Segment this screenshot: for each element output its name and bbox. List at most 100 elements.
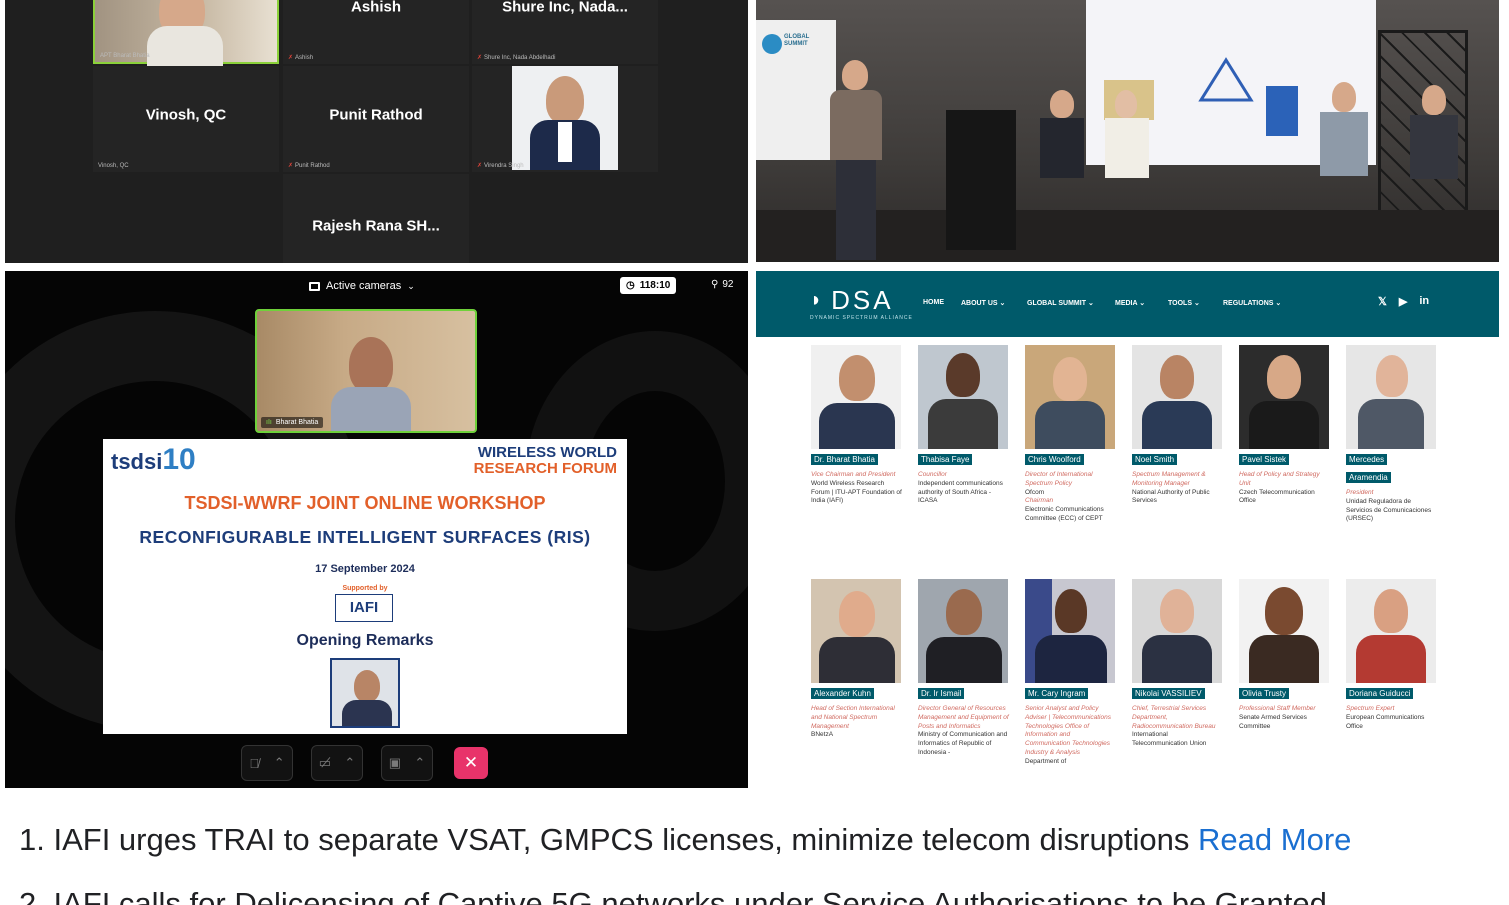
- twitter-icon[interactable]: 𝕏: [1378, 295, 1387, 308]
- speaker-photo: [1346, 579, 1436, 683]
- speaker-card[interactable]: Doriana Guiducci Spectrum Expert Europea…: [1346, 579, 1438, 731]
- speaker-photo: [918, 345, 1008, 449]
- speaker-card[interactable]: Dr. Ir Ismail Director General of Resour…: [918, 579, 1010, 758]
- nav-media[interactable]: MEDIA ⌄: [1115, 299, 1145, 307]
- clock-icon: ◷: [626, 280, 635, 291]
- diagram-icon: [1198, 57, 1254, 102]
- presenter-label: ıIı Bharat Bhatia: [261, 417, 324, 428]
- chevron-up-icon: ⌃: [414, 755, 426, 770]
- speaker-photo: [1132, 579, 1222, 683]
- nav-tools[interactable]: TOOLS ⌄: [1168, 299, 1200, 307]
- participant-tile: ✗ Virendra Singh: [472, 66, 658, 172]
- chevron-down-icon: ⌄: [1193, 300, 1200, 307]
- speaker-card[interactable]: Alexander Kuhn Head of Section Internati…: [811, 579, 903, 740]
- leave-call-button[interactable]: ✕: [454, 747, 488, 779]
- online-meeting-screenshot: Active cameras ⌄ ◷ 118:10 ⚲ 92 ıIı Bhara…: [5, 271, 748, 788]
- speaker-photo: [1025, 579, 1115, 683]
- dsa-speakers-webpage: ◗ DSA DYNAMIC SPECTRUM ALLIANCE HOME ABO…: [756, 271, 1499, 788]
- speaker-photo: [330, 658, 400, 728]
- speaker-card[interactable]: Chris Woolford Director of International…: [1025, 345, 1117, 524]
- chevron-down-icon: ⌄: [1087, 300, 1094, 307]
- view-selector[interactable]: Active cameras ⌄: [309, 280, 415, 292]
- speaker-card[interactable]: Mr. Cary Ingram Senior Analyst and Polic…: [1025, 579, 1117, 766]
- speaker-card[interactable]: Pavel Sistek Head of Policy and Strategy…: [1239, 345, 1331, 506]
- person-icon: ⚲: [711, 279, 719, 290]
- speaker-figure: [1406, 85, 1462, 235]
- slide-section: Opening Remarks: [296, 632, 434, 649]
- participant-name: Vinosh, QC: [145, 106, 227, 124]
- wwrf-logo: WIRELESS WORLD RESEARCH FORUM: [473, 444, 617, 477]
- dsa-logo[interactable]: ◗ DSA: [810, 285, 894, 316]
- speaker-card[interactable]: Mercedes Aramendia President Unidad Regu…: [1346, 345, 1438, 524]
- speaker-figure: [1101, 90, 1153, 230]
- speaker-figure: [1316, 82, 1372, 232]
- screen-logo: GLOBAL SUMMIT: [784, 34, 810, 47]
- participant-tile: Rajesh Rana SH...: [283, 174, 469, 263]
- podium: [946, 110, 1016, 250]
- chevron-up-icon: ⌃: [344, 755, 356, 770]
- speaker-photo: [1025, 345, 1115, 449]
- slide-subtitle: RECONFIGURABLE INTELLIGENT SURFACES (RIS…: [139, 527, 591, 547]
- participant-name: Punit Rathod: [329, 106, 423, 124]
- share-screen-button[interactable]: ▣ ⌃: [381, 745, 433, 781]
- slide-date: 17 September 2024: [315, 563, 415, 575]
- chevron-up-icon: ⌃: [273, 755, 285, 770]
- iafi-logo: IAFI: [335, 594, 393, 622]
- tsdsi-logo: tsdsi 10: [111, 443, 196, 476]
- mute-button[interactable]: 🎙̸ ⌃: [241, 745, 293, 781]
- participant-count[interactable]: ⚲ 92: [711, 279, 733, 290]
- dsa-navbar: ◗ DSA DYNAMIC SPECTRUM ALLIANCE HOME ABO…: [756, 271, 1499, 337]
- speaker-photo: [918, 579, 1008, 683]
- nav-global-summit[interactable]: GLOBAL SUMMIT ⌄: [1027, 299, 1094, 307]
- participant-tile: APT Bharat Bhatia: [93, 0, 279, 66]
- participant-tile: Shure Inc, Nada... ✗ Shure Inc, Nada Abde…: [472, 0, 658, 64]
- mic-off-icon: 🎙̸: [249, 755, 260, 771]
- speaker-photo: [1346, 345, 1436, 449]
- speaker-card[interactable]: Dr. Bharat Bhatia Vice Chairman and Pres…: [811, 345, 903, 506]
- speaker-figure: [826, 60, 886, 260]
- close-icon: ✕: [463, 753, 479, 772]
- camera-button[interactable]: ▭̸ ⌃: [311, 745, 363, 781]
- camera-icon: [309, 281, 320, 291]
- participant-small-label: Shure Inc, Nada Abdelhadi: [484, 55, 556, 61]
- video-off-icon: ▭̸: [318, 755, 331, 770]
- speaker-photo: [1239, 579, 1329, 683]
- chevron-down-icon: ⌄: [1139, 300, 1146, 307]
- participant-tile: Punit Rathod ✗ Punit Rathod: [283, 66, 469, 172]
- mic-muted-icon: ✗: [288, 55, 294, 61]
- news-item: 1. IAFI urges TRAI to separate VSAT, GMP…: [19, 822, 1351, 858]
- news-text: 2. IAFI calls for Delicensing of Captive…: [19, 886, 1327, 905]
- conference-stage-photo: GLOBAL SUMMIT: [756, 0, 1499, 262]
- mic-muted-icon: ✗: [288, 163, 294, 169]
- participant-name: Ashish: [350, 0, 401, 16]
- audio-level-icon: ıIı: [266, 419, 272, 426]
- chevron-down-icon: ⌄: [999, 300, 1006, 307]
- linkedin-icon[interactable]: in: [1419, 295, 1429, 308]
- speaker-card[interactable]: Thabisa Faye Councillor Independent comm…: [918, 345, 1010, 506]
- speaker-photo: [1239, 345, 1329, 449]
- nav-regulations[interactable]: REGULATIONS ⌄: [1223, 299, 1281, 307]
- nav-home[interactable]: HOME: [923, 299, 944, 306]
- nav-about-us[interactable]: ABOUT US ⌄: [961, 299, 1005, 307]
- youtube-icon[interactable]: ▶: [1399, 295, 1407, 308]
- chevron-down-icon: ⌄: [407, 280, 415, 291]
- dsa-logo-icon: ◗: [810, 289, 826, 311]
- news-text: 1. IAFI urges TRAI to separate VSAT, GMP…: [19, 822, 1190, 857]
- speaker-card[interactable]: Olivia Trusty Professional Staff Member …: [1239, 579, 1331, 731]
- speaker-figure: [1036, 90, 1088, 230]
- mic-muted-icon: ✗: [477, 163, 483, 169]
- zoom-gallery-photo: APT Bharat Bhatia Ashish ✗ Ashish Shure I…: [5, 0, 748, 263]
- participant-tile: Ashish ✗ Ashish: [283, 0, 469, 64]
- speaker-card[interactable]: Noel Smith Spectrum Management & Monitor…: [1132, 345, 1224, 506]
- participant-name: Shure Inc, Nada...: [502, 0, 628, 16]
- participant-small-label: Ashish: [295, 55, 314, 61]
- read-more-link[interactable]: Read More: [1198, 822, 1351, 857]
- meeting-timer: ◷ 118:10: [620, 277, 677, 294]
- speaker-card[interactable]: Nikolai VASSILIEV Chief, Terrestrial Ser…: [1132, 579, 1224, 749]
- view-label: Active cameras: [326, 280, 402, 292]
- summit-logo-icon: [762, 34, 782, 54]
- mic-muted-icon: ✗: [477, 55, 483, 61]
- slide-title: TSDSI-WWRF JOINT ONLINE WORKSHOP: [184, 493, 546, 513]
- news-item: 2. IAFI calls for Delicensing of Captive…: [19, 886, 1327, 905]
- participant-small-label: APT Bharat Bhatia: [100, 53, 150, 59]
